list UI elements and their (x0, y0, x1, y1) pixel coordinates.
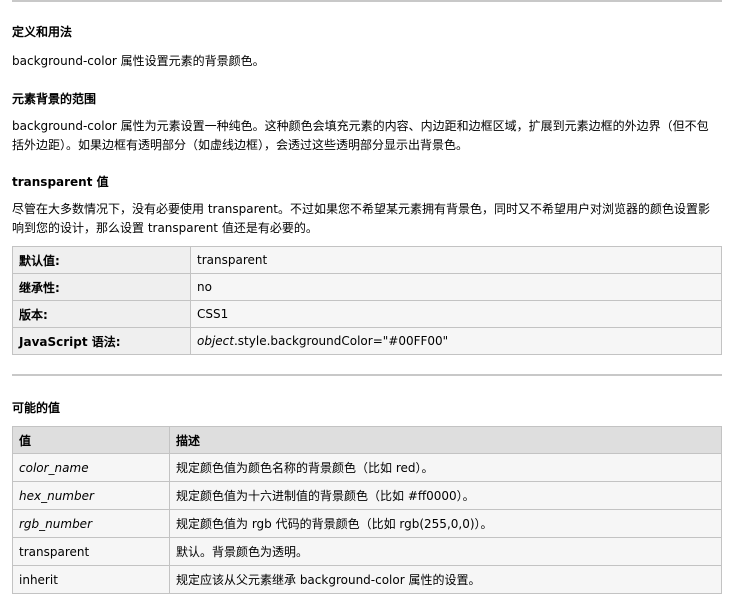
table-row: 默认值: transparent (12, 246, 722, 274)
description-cell: 规定颜色值为 rgb 代码的背景颜色（比如 rgb(255,0,0)）。 (169, 509, 722, 538)
property-value: object.style.backgroundColor="#00FF00" (190, 327, 722, 355)
table-row: transparent 默认。背景颜色为透明。 (12, 537, 722, 566)
property-key: 版本: (12, 300, 191, 328)
section-divider (12, 374, 722, 376)
value-cell: transparent (12, 537, 170, 566)
column-header-description: 描述 (169, 426, 722, 454)
property-value: no (190, 273, 722, 301)
value-cell: hex_number (12, 481, 170, 510)
table-row: 版本: CSS1 (12, 300, 722, 328)
properties-table: 默认值: transparent 继承性: no 版本: CSS1 JavaSc… (12, 246, 722, 355)
description-cell: 默认。背景颜色为透明。 (169, 537, 722, 566)
table-row: inherit 规定应该从父元素继承 background-color 属性的设… (12, 565, 722, 594)
table-row: color_name 规定颜色值为颜色名称的背景颜色（比如 red）。 (12, 453, 722, 482)
value-cell: inherit (12, 565, 170, 594)
property-value: transparent (190, 246, 722, 274)
column-header-value: 值 (12, 426, 170, 454)
table-row: hex_number 规定颜色值为十六进制值的背景颜色（比如 #ff0000）。 (12, 481, 722, 510)
values-table: 值 描述 color_name 规定颜色值为颜色名称的背景颜色（比如 red）。… (12, 426, 722, 594)
table-header-row: 值 描述 (12, 426, 722, 454)
transparent-text: 尽管在大多数情况下，没有必要使用 transparent。不过如果您不希望某元素… (12, 202, 711, 235)
property-key: 默认值: (12, 246, 191, 274)
table-row: JavaScript 语法: object.style.backgroundCo… (12, 327, 722, 355)
value-cell: color_name (12, 453, 170, 482)
definition-text: background-color 属性设置元素的背景颜色。 (12, 54, 265, 68)
definition-heading: 定义和用法 (12, 25, 73, 39)
range-text: background-color 属性为元素设置一种纯色。这种颜色会填充元素的内… (12, 119, 709, 152)
table-row: 继承性: no (12, 273, 722, 301)
range-heading: 元素背景的范围 (12, 92, 97, 106)
property-value: CSS1 (190, 300, 722, 328)
top-divider (12, 0, 722, 2)
js-object-keyword: object (197, 334, 234, 348)
description-cell: 规定颜色值为十六进制值的背景颜色（比如 #ff0000）。 (169, 481, 722, 510)
js-syntax-text: .style.backgroundColor="#00FF00" (233, 334, 449, 348)
property-key: 继承性: (12, 273, 191, 301)
description-cell: 规定颜色值为颜色名称的背景颜色（比如 red）。 (169, 453, 722, 482)
value-cell: rgb_number (12, 509, 170, 538)
values-heading: 可能的值 (12, 401, 61, 415)
description-cell: 规定应该从父元素继承 background-color 属性的设置。 (169, 565, 722, 594)
table-row: rgb_number 规定颜色值为 rgb 代码的背景颜色（比如 rgb(255… (12, 509, 722, 538)
transparent-heading: transparent 值 (12, 175, 109, 189)
property-key: JavaScript 语法: (12, 327, 191, 355)
